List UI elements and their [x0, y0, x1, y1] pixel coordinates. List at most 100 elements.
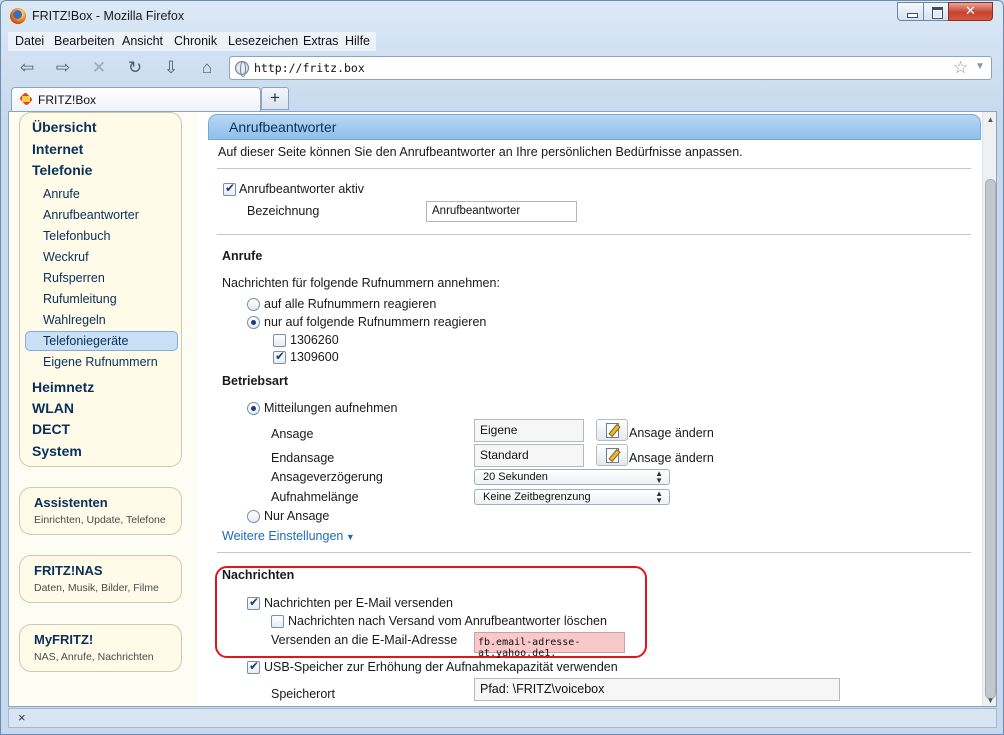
announce-value: Eigene: [474, 419, 584, 442]
download-icon[interactable]: ⇩: [159, 57, 183, 79]
sidebar-item-weckruf[interactable]: Weckruf: [43, 250, 89, 264]
sidebar-nav: Übersicht Internet Telefonie Anrufe Anru…: [19, 112, 182, 467]
menu-bearbeiten[interactable]: Bearbeiten: [54, 34, 114, 48]
sidebar-box-title: MyFRITZ!: [34, 632, 94, 647]
end-announce-change-label[interactable]: Ansage ändern: [629, 451, 714, 465]
sidebar-item-rufumleitung[interactable]: Rufumleitung: [43, 292, 117, 306]
bookmark-star-icon[interactable]: ☆: [953, 58, 968, 78]
announce-edit-button[interactable]: [596, 419, 628, 441]
new-tab-button[interactable]: +: [261, 87, 289, 110]
email-address-input[interactable]: fb.email-adresse-at.yahoo.de1.: [474, 632, 625, 659]
length-select[interactable]: Keine Zeitbegrenzung ▲ ▼: [474, 489, 670, 505]
title-bar: FRITZ!Box - Mozilla Firefox: [1, 1, 1003, 31]
url-dropdown-icon[interactable]: ▼: [975, 61, 985, 72]
sidebar-item-heimnetz[interactable]: Heimnetz: [32, 379, 94, 395]
page-title: Anrufbeantworter: [229, 119, 337, 135]
answering-machine-active-label: Anrufbeantworter aktiv: [239, 182, 365, 196]
menu-hilfe[interactable]: Hilfe: [345, 34, 370, 48]
email-send-label: Nachrichten per E-Mail versenden: [264, 596, 453, 610]
messages-heading: Nachrichten: [222, 568, 295, 582]
scrollbar-thumb[interactable]: [985, 179, 996, 699]
close-icon[interactable]: ×: [18, 710, 26, 725]
name-input[interactable]: Anrufbeantworter: [426, 201, 577, 222]
url-bar[interactable]: http://fritz.box ☆ ▼: [229, 56, 992, 80]
sidebar-item-dect[interactable]: DECT: [32, 421, 70, 437]
delete-after-send-checkbox[interactable]: [271, 615, 284, 628]
sidebar-item-telefonie[interactable]: Telefonie: [32, 162, 92, 178]
sidebar-item-wlan[interactable]: WLAN: [32, 400, 74, 416]
sidebar-box-subtitle: Einrichten, Update, Telefone: [34, 514, 166, 526]
menu-extras[interactable]: Extras: [303, 34, 338, 48]
radio-some-numbers-label: nur auf folgende Rufnummern reagieren: [264, 315, 487, 329]
end-announce-label: Endansage: [271, 451, 335, 465]
sidebar-item-rufsperren[interactable]: Rufsperren: [43, 271, 105, 285]
tab-label: FRITZ!Box: [38, 93, 97, 107]
globe-icon: [235, 61, 249, 77]
delete-after-send-label: Nachrichten nach Versand vom Anrufbeantw…: [288, 614, 607, 628]
back-icon[interactable]: ⇦: [15, 57, 39, 79]
length-label: Aufnahmelänge: [271, 490, 359, 504]
sidebar-item-system[interactable]: System: [32, 443, 82, 459]
menu-datei[interactable]: Datei: [15, 34, 44, 48]
caret-down-icon: ▼: [343, 532, 355, 542]
home-icon[interactable]: ⌂: [195, 57, 219, 79]
sidebar-item-uebersicht[interactable]: Übersicht: [32, 119, 97, 135]
sidebar-item-anrufe[interactable]: Anrufe: [43, 187, 80, 201]
sidebar-item-eigene-rufnummern[interactable]: Eigene Rufnummern: [43, 355, 158, 369]
sidebar-item-telefonbuch[interactable]: Telefonbuch: [43, 229, 110, 243]
more-settings-link[interactable]: Weitere Einstellungen ▼: [222, 529, 355, 543]
announce-change-label[interactable]: Ansage ändern: [629, 426, 714, 440]
radio-record-messages-label: Mitteilungen aufnehmen: [264, 401, 398, 415]
number-label: 1309600: [290, 350, 339, 364]
storage-location-label: Speicherort: [271, 687, 335, 701]
radio-record-messages[interactable]: [247, 402, 260, 415]
window-title: FRITZ!Box - Mozilla Firefox: [32, 9, 185, 23]
email-send-checkbox[interactable]: [247, 595, 260, 610]
scroll-down-icon[interactable]: ▼: [983, 693, 996, 706]
radio-some-numbers[interactable]: [247, 316, 260, 329]
menu-ansicht[interactable]: Ansicht: [122, 34, 163, 48]
radio-announce-only[interactable]: [247, 510, 260, 523]
delay-select[interactable]: 20 Sekunden ▲ ▼: [474, 469, 670, 485]
reload-icon[interactable]: ↻: [123, 57, 147, 79]
sidebar-box-subtitle: NAS, Anrufe, Nachrichten: [34, 651, 154, 663]
sidebar-item-wahlregeln[interactable]: Wahlregeln: [43, 313, 106, 327]
minimize-button[interactable]: [897, 2, 924, 21]
sidebar-box-assistenten[interactable]: Assistenten Einrichten, Update, Telefone: [19, 487, 182, 535]
stop-icon[interactable]: ✕: [87, 57, 111, 79]
radio-all-numbers[interactable]: [247, 298, 260, 311]
forward-icon[interactable]: ⇨: [51, 57, 75, 79]
usb-storage-checkbox[interactable]: [247, 659, 260, 674]
sidebar-box-title: Assistenten: [34, 495, 108, 510]
email-address-label: Versenden an die E-Mail-Adresse: [271, 633, 458, 647]
radio-all-numbers-label: auf alle Rufnummern reagieren: [264, 297, 437, 311]
close-window-button[interactable]: [948, 2, 993, 21]
maximize-button[interactable]: [923, 2, 949, 21]
answering-machine-active-checkbox[interactable]: [223, 181, 236, 196]
sidebar-item-telefoniegeraete[interactable]: Telefoniegeräte: [25, 331, 178, 351]
page-scrollbar[interactable]: ▲ ▼: [982, 112, 996, 706]
navigation-toolbar: ⇦ ⇨ ✕ ↻ ⇩ ⌂ http://fritz.box ☆ ▼: [1, 53, 1003, 83]
fritzbox-favicon-icon: [18, 93, 34, 106]
sidebar-item-anrufbeantworter[interactable]: Anrufbeantworter: [43, 208, 139, 222]
number-1306260-checkbox[interactable]: [273, 334, 286, 347]
menu-bar: Datei Bearbeiten Ansicht Chronik Lesezei…: [8, 32, 376, 51]
sidebar-item-internet[interactable]: Internet: [32, 141, 83, 157]
sidebar-box-myfritz[interactable]: MyFRITZ! NAS, Anrufe, Nachrichten: [19, 624, 182, 672]
menu-chronik[interactable]: Chronik: [174, 34, 217, 48]
tab-fritzbox[interactable]: FRITZ!Box: [11, 87, 261, 111]
scroll-up-icon[interactable]: ▲: [983, 112, 996, 127]
sidebar-box-fritznas[interactable]: FRITZ!NAS Daten, Musik, Bilder, Filme: [19, 555, 182, 603]
page-intro: Auf dieser Seite können Sie den Anrufbea…: [218, 145, 743, 159]
number-1309600-checkbox[interactable]: [273, 349, 286, 364]
usb-storage-label: USB-Speicher zur Erhöhung der Aufnahmeka…: [264, 660, 618, 674]
url-text[interactable]: http://fritz.box: [254, 61, 365, 75]
end-announce-edit-button[interactable]: [596, 444, 628, 466]
sidebar-box-subtitle: Daten, Musik, Bilder, Filme: [34, 582, 159, 594]
select-arrows-icon: ▲ ▼: [655, 489, 663, 505]
menu-lesezeichen[interactable]: Lesezeichen: [228, 34, 298, 48]
number-label: 1306260: [290, 333, 339, 347]
end-announce-value: Standard: [474, 444, 584, 467]
divider: [217, 234, 971, 235]
calls-heading: Anrufe: [222, 249, 263, 263]
